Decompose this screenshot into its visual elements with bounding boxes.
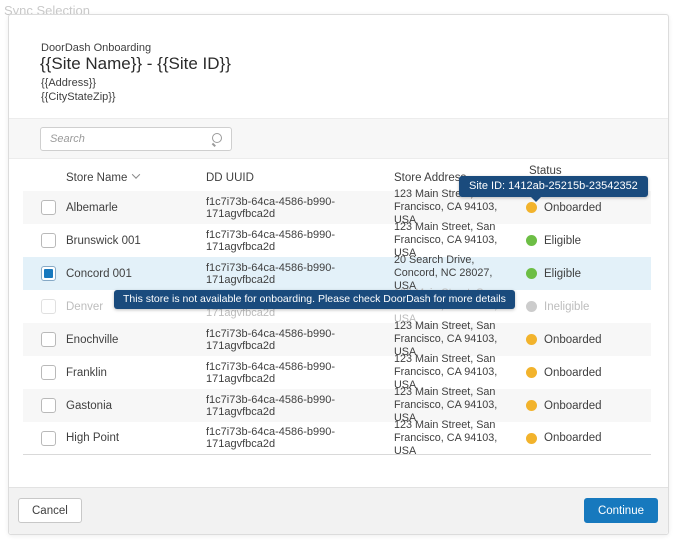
site-title: {{Site Name}} - {{Site ID}} xyxy=(40,54,231,73)
checkbox-fill xyxy=(44,236,53,245)
table-body: Albemarle f1c7i73b-64ca-4586-b990-171agv… xyxy=(23,188,651,457)
dd-uuid-cell: f1c7i73b-64ca-4586-b990-171agvfbca2d xyxy=(206,360,336,385)
status-cell: Onboarded xyxy=(514,367,651,379)
checkbox-cell xyxy=(41,398,66,413)
checkbox-cell xyxy=(41,266,66,281)
status-label: Eligible xyxy=(544,234,582,247)
search-input[interactable] xyxy=(41,133,210,145)
status-dot xyxy=(526,334,537,345)
checkbox-cell xyxy=(41,332,66,347)
search-icon xyxy=(210,132,224,146)
site-address: {{Address}} xyxy=(41,77,97,89)
dd-uuid-cell: f1c7i73b-64ca-4586-b990-171agvfbca2d xyxy=(206,228,336,253)
cancel-button[interactable]: Cancel xyxy=(18,498,82,523)
checkbox-cell xyxy=(41,430,66,446)
table-row[interactable]: Brunswick 001 f1c7i73b-64ca-4586-b990-17… xyxy=(23,221,651,259)
row-checkbox[interactable] xyxy=(41,200,56,215)
table-row[interactable]: Concord 001 f1c7i73b-64ca-4586-b990-171a… xyxy=(23,254,651,292)
modal-eyebrow: DoorDash Onboarding xyxy=(41,42,152,54)
status-label: Onboarded xyxy=(544,432,602,444)
status-cell: Ineligible xyxy=(514,301,651,313)
dd-uuid-cell: f1c7i73b-64ca-4586-b990-171agvfbca2d xyxy=(206,261,336,286)
checkbox-fill xyxy=(44,368,53,377)
sync-selection-modal: DoorDash Onboarding {{Site Name}} - {{Si… xyxy=(8,14,669,535)
search-band xyxy=(9,118,668,159)
store-unavailable-tooltip: This store is not available for onboardi… xyxy=(114,290,515,309)
row-checkbox[interactable] xyxy=(41,299,56,314)
checkbox-cell xyxy=(41,365,66,380)
store-name-cell: High Point xyxy=(66,432,120,444)
search-box[interactable] xyxy=(40,127,232,151)
row-checkbox[interactable] xyxy=(41,365,56,380)
status-label: Ineligible xyxy=(544,300,590,313)
status-cell: Eligible xyxy=(514,268,651,280)
column-header-store-name-label: Store Name xyxy=(66,172,128,184)
store-name-cell: Brunswick 001 xyxy=(66,234,141,247)
status-cell: Onboarded xyxy=(514,334,651,346)
table-row[interactable]: Enochville f1c7i73b-64ca-4586-b990-171ag… xyxy=(23,320,651,358)
store-name-cell: Albemarle xyxy=(66,201,118,214)
status-dot xyxy=(526,268,537,279)
store-name-cell: Gastonia xyxy=(66,399,113,412)
dd-uuid-cell: f1c7i73b-64ca-4586-b990-171agvfbca2d xyxy=(206,327,336,352)
status-label: Onboarded xyxy=(544,399,602,412)
chevron-down-icon xyxy=(132,170,141,179)
status-dot xyxy=(526,235,537,246)
checkbox-fill xyxy=(44,203,53,212)
dd-uuid-cell: f1c7i73b-64ca-4586-b990-171agvfbca2d xyxy=(206,393,336,418)
table-row[interactable]: Franklin f1c7i73b-64ca-4586-b990-171agvf… xyxy=(23,353,651,391)
checkbox-cell xyxy=(41,299,66,314)
store-name-cell: Franklin xyxy=(66,366,107,379)
checkbox-fill xyxy=(44,335,53,344)
status-dot xyxy=(526,400,537,411)
row-checkbox[interactable] xyxy=(41,332,56,347)
row-checkbox[interactable] xyxy=(41,233,56,248)
status-dot xyxy=(526,432,537,444)
screen: Sync Selection DoorDash Onboarding {{Sit… xyxy=(0,0,678,540)
row-checkbox[interactable] xyxy=(41,430,56,446)
status-label: Eligible xyxy=(544,267,582,280)
column-header-store-name[interactable]: Store Name xyxy=(66,170,206,191)
status-cell: Onboarded xyxy=(514,432,651,444)
store-name-cell: Concord 001 xyxy=(66,267,132,280)
column-header-dd-uuid: DD UUID xyxy=(206,172,254,184)
checkbox-fill xyxy=(44,401,53,410)
status-label: Onboarded xyxy=(544,366,602,379)
checkbox-fill xyxy=(44,302,53,311)
status-dot xyxy=(526,367,537,378)
row-checkbox[interactable] xyxy=(41,398,56,413)
status-label: Onboarded xyxy=(544,201,602,214)
dd-uuid-cell: f1c7i73b-64ca-4586-b990-171agvfbca2d xyxy=(206,195,336,220)
row-checkbox[interactable] xyxy=(41,266,56,281)
continue-button[interactable]: Continue xyxy=(583,498,658,523)
checkbox-cell xyxy=(41,200,66,215)
dd-uuid-cell: f1c7i73b-64ca-4586-b990-171agvfbca2d xyxy=(206,426,336,450)
site-city-state-zip: {{CityStateZip}} xyxy=(41,91,116,103)
status-cell: Eligible xyxy=(514,235,651,247)
column-header-checkbox xyxy=(41,184,66,191)
status-dot xyxy=(526,301,537,312)
site-id-tooltip: Site ID: 1412ab-25215b-23542352 xyxy=(459,176,648,202)
table-row[interactable]: High Point f1c7i73b-64ca-4586-b990-171ag… xyxy=(23,418,651,457)
store-name-cell: Enochville xyxy=(66,333,119,346)
modal-footer: Cancel Continue xyxy=(9,487,668,534)
checkbox-fill xyxy=(44,269,53,278)
table-row[interactable]: Gastonia f1c7i73b-64ca-4586-b990-171agvf… xyxy=(23,386,651,424)
status-label: Onboarded xyxy=(544,333,602,346)
checkbox-cell xyxy=(41,233,66,248)
status-cell: Onboarded xyxy=(514,400,651,412)
store-address-cell: 123 Main Street, San Francisco, CA 94103… xyxy=(394,418,498,457)
checkbox-fill xyxy=(44,434,53,443)
